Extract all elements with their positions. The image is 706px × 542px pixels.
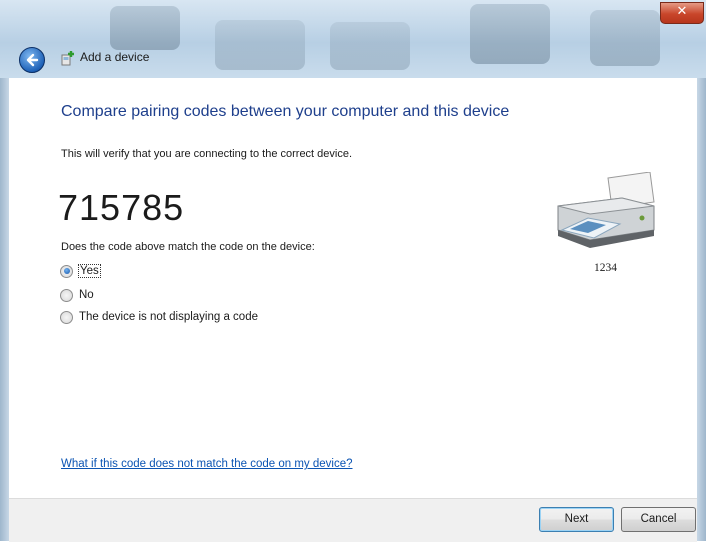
back-button[interactable] bbox=[19, 47, 45, 73]
code-mismatch-help-link[interactable]: What if this code does not match the cod… bbox=[61, 458, 353, 470]
radio-option-yes[interactable]: Yes bbox=[60, 263, 101, 279]
radio-button[interactable] bbox=[60, 288, 73, 302]
radio-button[interactable] bbox=[60, 310, 73, 324]
decorative-printer-shape bbox=[330, 22, 410, 70]
cancel-button[interactable]: Cancel bbox=[621, 507, 696, 532]
radio-label-no-code: The device is not displaying a code bbox=[79, 311, 258, 323]
window-title: Add a device bbox=[80, 50, 150, 64]
match-question: Does the code above match the code on th… bbox=[61, 241, 315, 253]
radio-label-yes: Yes bbox=[78, 264, 101, 278]
next-button[interactable]: Next bbox=[539, 507, 614, 532]
title-bar: ✕ Add a device bbox=[0, 0, 706, 78]
radio-option-no-code-displayed[interactable]: The device is not displaying a code bbox=[60, 309, 258, 325]
decorative-printer-shape bbox=[470, 4, 550, 64]
window-right-border bbox=[697, 78, 706, 541]
add-device-icon bbox=[61, 51, 74, 66]
radio-button-checked[interactable] bbox=[60, 264, 73, 278]
add-device-window: ✕ Add a device Compare pairing codes bet… bbox=[0, 0, 706, 542]
radio-option-no[interactable]: No bbox=[60, 287, 94, 303]
decorative-printer-shape bbox=[590, 10, 660, 66]
page-heading: Compare pairing codes between your compu… bbox=[61, 103, 510, 120]
decorative-printer-shape bbox=[215, 20, 305, 70]
pairing-code: 715785 bbox=[58, 187, 185, 228]
page-description: This will verify that you are connecting… bbox=[61, 148, 353, 160]
device-label: 1234 bbox=[594, 262, 617, 274]
printer-icon bbox=[557, 172, 655, 248]
content-pane bbox=[9, 78, 697, 498]
back-arrow-icon bbox=[26, 53, 39, 67]
close-button[interactable]: ✕ bbox=[660, 2, 704, 24]
decorative-printer-shape bbox=[110, 6, 180, 50]
radio-label-no: No bbox=[79, 289, 94, 301]
window-left-border bbox=[0, 78, 9, 541]
